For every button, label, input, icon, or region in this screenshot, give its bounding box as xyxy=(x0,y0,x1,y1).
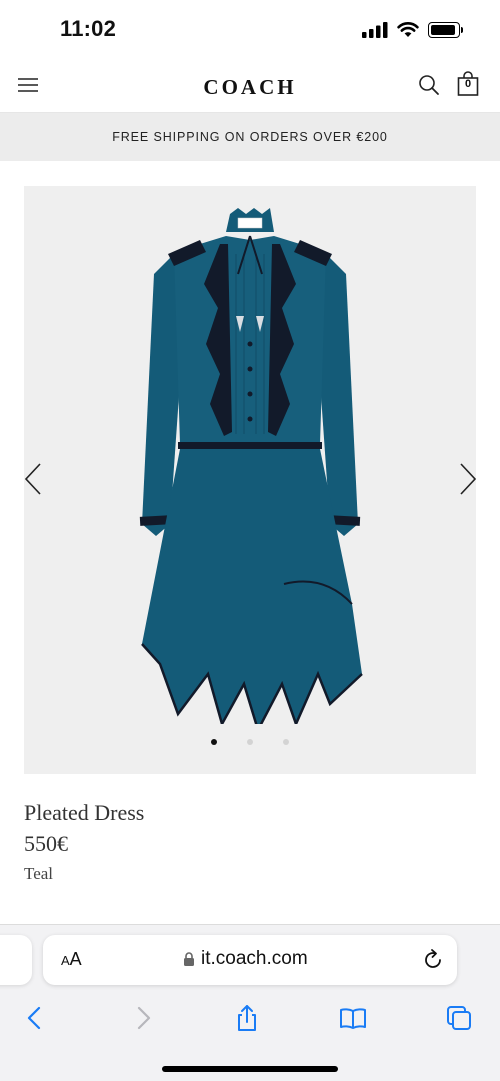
reload-button[interactable] xyxy=(421,948,445,972)
cellular-signal-icon xyxy=(362,22,388,38)
previous-image-button[interactable] xyxy=(24,462,44,496)
dress-image xyxy=(139,208,363,724)
tabs-button[interactable] xyxy=(444,1003,474,1033)
reload-icon xyxy=(425,949,441,968)
back-button[interactable] xyxy=(20,1003,50,1033)
browser-toolbar xyxy=(0,999,500,1039)
status-icons xyxy=(362,20,463,40)
chevron-left-icon xyxy=(24,463,41,495)
wifi-icon xyxy=(397,22,419,37)
previous-tab-peek[interactable] xyxy=(0,935,32,985)
search-icon xyxy=(419,75,439,95)
carousel-dot-1[interactable] xyxy=(211,739,217,745)
product-title: Pleated Dress xyxy=(24,800,145,825)
browser-bottom-bar: AA it.coach.com xyxy=(0,924,500,1081)
bookmarks-button[interactable] xyxy=(338,1003,368,1033)
lock-icon xyxy=(184,952,194,966)
battery-icon xyxy=(428,22,463,38)
carousel-dot-3[interactable] xyxy=(283,739,289,745)
chevron-right-icon xyxy=(460,463,477,495)
bag-count-badge: 0 xyxy=(464,78,472,90)
product-image-carousel[interactable] xyxy=(24,186,477,774)
open-book-icon xyxy=(340,1008,366,1029)
status-time: 11:02 xyxy=(60,16,117,41)
carousel-dot-2[interactable] xyxy=(247,739,253,745)
product-color: Teal xyxy=(24,864,54,883)
status-bar: 11:02 xyxy=(0,0,500,60)
url-display: it.coach.com xyxy=(183,948,308,970)
forward-chevron-icon xyxy=(137,1006,151,1030)
address-bar[interactable]: AA it.coach.com xyxy=(43,935,457,985)
product-price: 550€ xyxy=(24,831,68,856)
forward-button[interactable] xyxy=(128,1003,158,1033)
site-header: COACH 0 xyxy=(0,60,500,113)
carousel-dots xyxy=(24,739,476,745)
promo-banner[interactable]: FREE SHIPPING ON ORDERS OVER €200 xyxy=(0,113,500,161)
shopping-bag-button[interactable]: 0 xyxy=(456,71,480,97)
share-button[interactable] xyxy=(232,1003,262,1033)
url-text: it.coach.com xyxy=(201,948,308,969)
home-indicator xyxy=(162,1066,338,1072)
tabs-icon xyxy=(447,1006,471,1030)
share-icon xyxy=(238,1005,256,1031)
back-chevron-icon xyxy=(27,1006,41,1030)
next-image-button[interactable] xyxy=(457,462,477,496)
search-button[interactable] xyxy=(416,72,442,98)
text-size-button[interactable]: AA xyxy=(61,949,82,970)
